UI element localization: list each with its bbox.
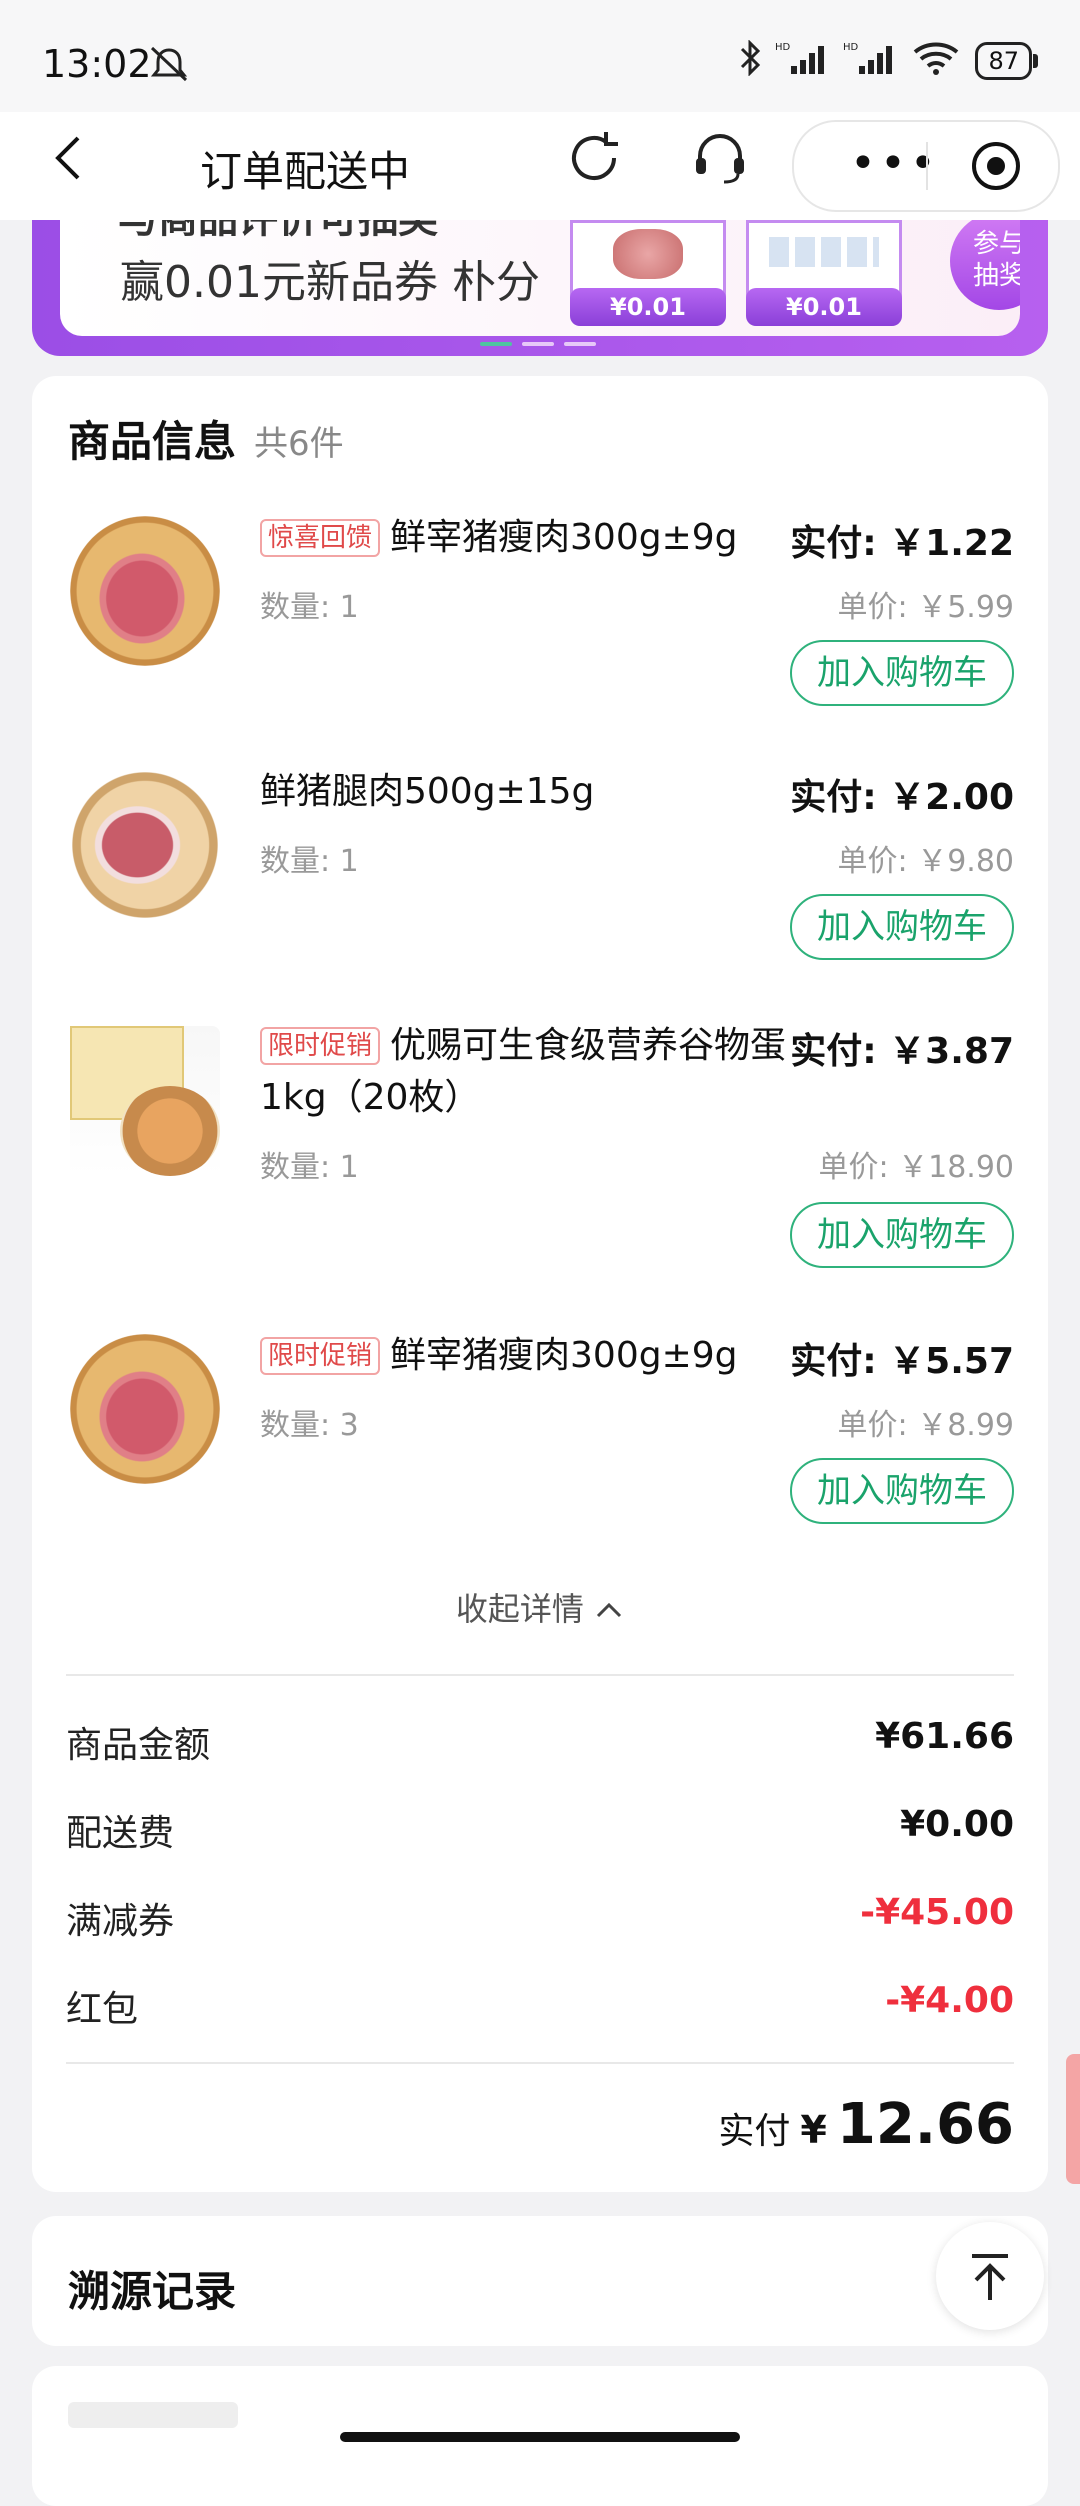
miniapp-capsule: ••• [792,120,1060,212]
join-lottery-button[interactable]: 参与抽奖 [950,220,1020,310]
add-to-cart-button[interactable]: 加入购物车 [790,1202,1014,1268]
battery-icon: 87 [975,41,1038,80]
summary-label: 满减券 [66,1901,175,1942]
product-qty: 数量: 1 [260,590,359,625]
product-paid: 实付: ￥3.87 [790,1031,1014,1072]
total-currency: ¥ [800,2108,827,2152]
banner-dot-1 [480,342,512,346]
product-image[interactable] [70,770,220,920]
product-qty: 数量: 1 [260,1150,359,1185]
promo-subtitle: 赢0.01元新品券 朴分 [120,257,540,308]
product-image[interactable] [70,1334,220,1484]
chevron-left-icon [55,136,80,180]
trace-section-title: 溯源记录 [68,2267,237,2316]
target-icon [972,142,1020,190]
collapse-details-button[interactable]: 收起详情 [32,1584,1048,1630]
product-paid: 实付: ￥5.57 [790,1341,1014,1382]
promo-banner[interactable]: 与商品评价可抽奖 赢0.01元新品券 朴分 ¥0.01 ¥0.01 参与抽奖 [32,220,1048,356]
summary-value: ¥61.66 [875,1716,1014,1757]
promo-headline: 与商品评价可抽奖 [118,220,438,244]
add-to-cart-button[interactable]: 加入购物车 [790,894,1014,960]
promo-tag: 惊喜回馈 [260,519,381,557]
chevron-up-icon [597,1602,622,1618]
product-qty: 数量: 1 [260,844,359,879]
nav-bar: 订单配送中 ••• [0,112,1080,220]
product-name-line[interactable]: 限时促销 鲜宰猪瘦肉300g±9g [260,1330,820,1382]
promo-tag: 限时促销 [260,1337,381,1375]
promo-product-2[interactable]: ¥0.01 [746,220,902,326]
add-to-cart-button[interactable]: 加入购物车 [790,640,1014,706]
cutoff-title [68,2402,238,2428]
product-paid: 实付: ￥1.22 [790,523,1014,564]
product-unit-price: 单价: ￥9.80 [837,844,1014,879]
trace-card[interactable]: 溯源记录 [32,2216,1048,2346]
svg-text:HD: HD [843,42,859,53]
floating-side-tab[interactable] [1066,2054,1080,2184]
headset-icon [696,134,744,184]
product-name[interactable]: 鲜猪腿肉500g±15g [260,766,820,818]
wifi-icon [911,40,961,81]
summary-value: ¥0.00 [900,1804,1014,1845]
refresh-icon [572,132,618,180]
banner-dot-2 [522,342,554,346]
join-lottery-label: 参与抽奖 [972,229,1020,291]
goods-section-title: 商品信息 [68,417,237,466]
summary-label: 配送费 [66,1813,175,1854]
promo-price-2: ¥0.01 [746,288,902,326]
capsule-divider [926,142,928,190]
total-label: 实付 [718,2111,791,2152]
product-qty: 数量: 3 [260,1408,359,1443]
product-image[interactable] [70,1026,220,1176]
refresh-button[interactable] [566,128,626,196]
goods-card: 商品信息 共6件 惊喜回馈 鲜宰猪瘦肉300g±9g 数量: 1 实付: ￥1.2… [32,376,1048,2192]
signal-icon: HD [775,40,829,81]
product-unit-price: 单价: ￥5.99 [837,590,1014,625]
product-pack-image [769,237,879,267]
product-unit-price: 单价: ￥8.99 [837,1408,1014,1443]
goods-count: 共6件 [254,424,344,464]
product-name-line[interactable]: 限时促销 优赐可生食级营养谷物蛋1kg（20枚） [260,1020,800,1124]
arrow-up-icon [972,2254,1008,2300]
total-amount: 12.66 [836,2092,1014,2157]
customer-service-button[interactable] [688,130,752,194]
total-paid: 实付 ¥ 12.66 [718,2092,1014,2157]
divider [66,2062,1014,2064]
banner-pagination [480,342,596,346]
promo-product-1[interactable]: ¥0.01 [570,220,726,326]
promo-tag: 限时促销 [260,1027,381,1065]
banner-dot-3 [564,342,596,346]
summary-value: -¥4.00 [885,1980,1014,2021]
egg-bowl-image [120,1086,220,1176]
meatball-image [613,229,683,279]
product-paid: 实付: ￥2.00 [790,777,1014,818]
bluetooth-icon [739,39,761,81]
product-image[interactable] [70,516,220,666]
product-name-line[interactable]: 惊喜回馈 鲜宰猪瘦肉300g±9g [260,512,820,564]
mute-icon [146,44,192,88]
divider [66,1674,1014,1676]
product-unit-price: 单价: ￥18.90 [818,1150,1014,1185]
back-to-top-button[interactable] [936,2222,1044,2330]
close-miniapp-button[interactable] [970,140,1022,196]
summary-label: 红包 [66,1989,139,2030]
svg-text:HD: HD [775,42,791,53]
collapse-details-label: 收起详情 [455,1590,584,1628]
home-indicator[interactable] [340,2432,740,2442]
product-name: 鲜宰猪瘦肉300g±9g [390,1335,738,1376]
product-name: 鲜宰猪瘦肉300g±9g [390,517,738,558]
promo-banner-content: 与商品评价可抽奖 赢0.01元新品券 朴分 ¥0.01 ¥0.01 参与抽奖 [60,220,1020,336]
status-time: 13:02 [42,42,152,86]
status-bar: 13:02 HD HD 87 [0,0,1080,112]
promo-price-1: ¥0.01 [570,288,726,326]
add-to-cart-button[interactable]: 加入购物车 [790,1458,1014,1524]
summary-value: -¥45.00 [860,1892,1014,1933]
page-title: 订单配送中 [200,147,411,196]
signal-icon-2: HD [843,40,897,81]
summary-label: 商品金额 [66,1725,211,1766]
back-button[interactable] [48,130,88,200]
status-icons: HD HD 87 [739,39,1038,81]
